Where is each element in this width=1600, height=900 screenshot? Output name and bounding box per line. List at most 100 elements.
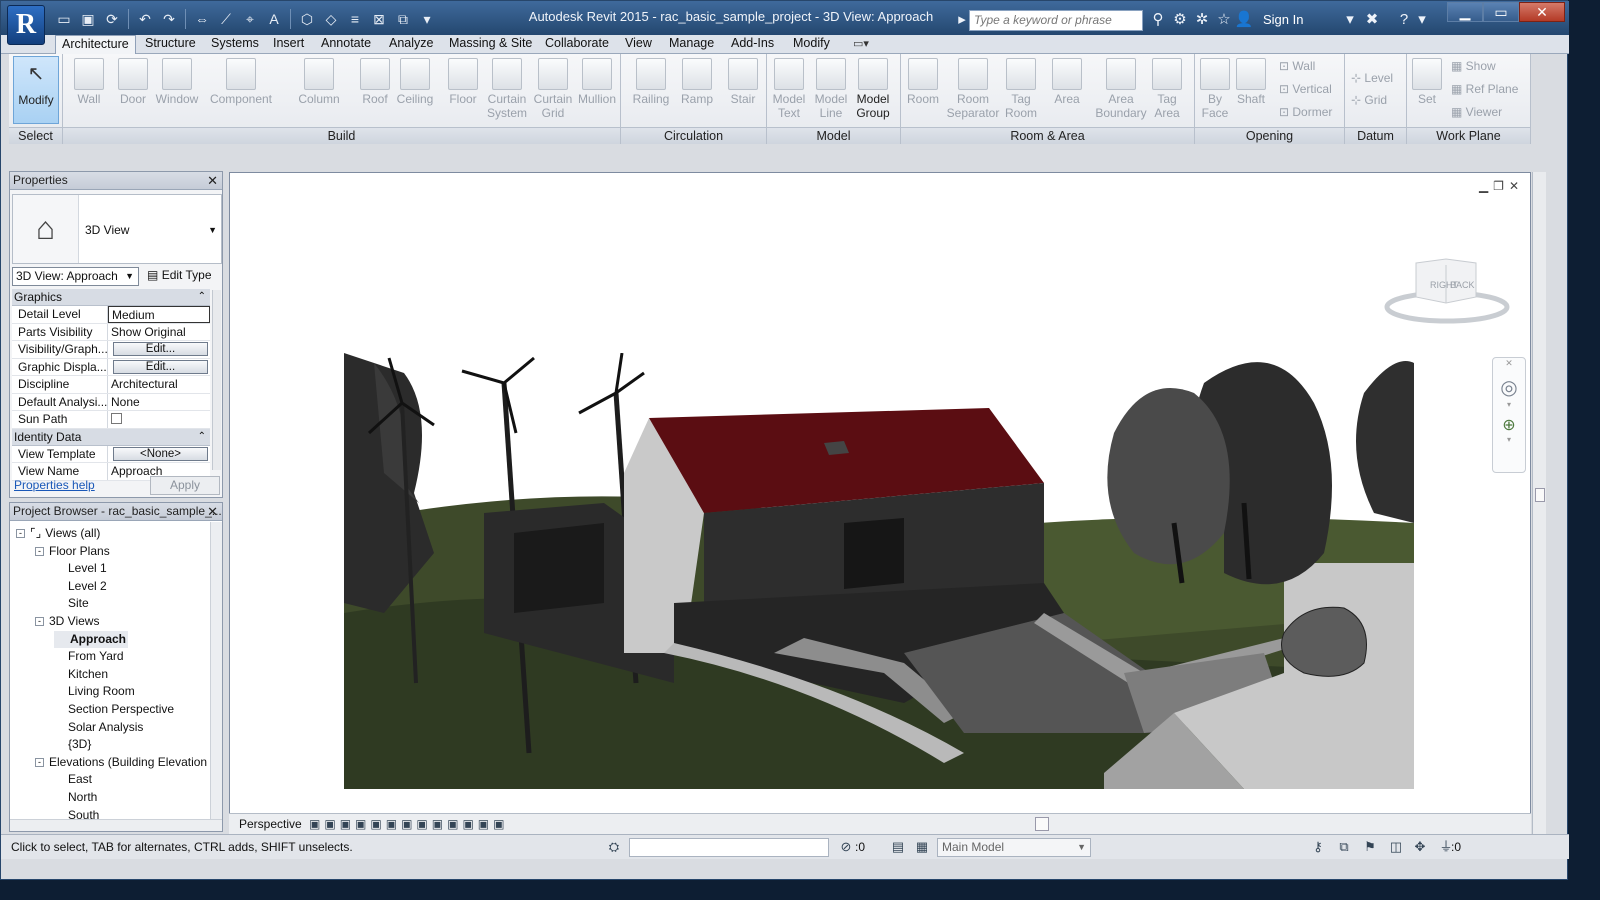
set-button[interactable]: Set xyxy=(1407,56,1447,126)
select-pinned-icon[interactable]: ⚑ xyxy=(1361,838,1379,856)
revit-application-menu-button[interactable]: R xyxy=(7,5,45,45)
redo-icon[interactable]: ↷ xyxy=(158,8,180,30)
tab-collaborate[interactable]: Collaborate xyxy=(539,35,615,54)
tree-node[interactable]: East xyxy=(54,771,92,788)
roof-button[interactable]: Roof xyxy=(353,56,397,126)
property-value[interactable] xyxy=(108,411,210,428)
tab-view[interactable]: View xyxy=(619,35,658,54)
maximize-button[interactable]: ▭ xyxy=(1483,2,1519,22)
tab-add-ins[interactable]: Add-Ins xyxy=(725,35,780,54)
text-icon[interactable]: A xyxy=(263,8,285,30)
show-crop-icon[interactable]: ▣ xyxy=(416,814,427,834)
property-group-graphics[interactable]: Graphics ⌃ xyxy=(12,289,210,306)
property-value[interactable]: Edit... xyxy=(108,341,210,358)
edit-type-button[interactable]: ▤ Edit Type xyxy=(147,268,212,282)
detail-level-icon[interactable]: ▣ xyxy=(324,814,335,834)
sync-icon[interactable]: ⟳ xyxy=(101,8,123,30)
chevron-down-icon[interactable]: ▼ xyxy=(1077,839,1086,856)
3d-view-window[interactable]: ▁❐✕ RIGHT BACK ✕ ◎ ▾ ⊕ ▾ xyxy=(229,172,1531,834)
restore-icon[interactable]: ❐ xyxy=(1493,179,1509,193)
area-boundary-button[interactable]: Area Boundary xyxy=(1093,56,1149,126)
sign-in-dropdown-icon[interactable]: ▾ xyxy=(1339,9,1361,31)
chevron-down-icon[interactable]: ▼ xyxy=(125,268,134,285)
property-value[interactable]: Architectural xyxy=(108,376,210,393)
close-icon[interactable]: ✕ xyxy=(1509,179,1524,193)
railing-button[interactable]: Railing xyxy=(629,56,673,126)
subscription-icon[interactable]: ⚙ xyxy=(1169,9,1191,31)
collapse-icon[interactable]: - xyxy=(16,529,25,538)
tree-node[interactable]: South xyxy=(54,807,99,819)
steering-wheel-icon[interactable]: ◎ xyxy=(1493,375,1525,400)
curtain-system-button[interactable]: Curtain System xyxy=(485,56,529,126)
collapse-icon[interactable]: ⌃ xyxy=(198,289,206,305)
reveal-hidden-icon[interactable]: ▣ xyxy=(462,814,473,834)
unlock-3d-icon[interactable]: ▣ xyxy=(432,814,443,834)
property-edit-button[interactable]: <None> xyxy=(113,446,208,461)
properties-help-link[interactable]: Properties help xyxy=(14,478,95,492)
property-value[interactable]: Medium xyxy=(108,306,210,323)
collapse-icon[interactable]: - xyxy=(35,617,44,626)
model-text-button[interactable]: Model Text xyxy=(767,56,811,126)
tab-systems[interactable]: Systems xyxy=(205,35,265,54)
ceiling-button[interactable]: Ceiling xyxy=(393,56,437,126)
switch-windows-icon[interactable]: ⧉ xyxy=(392,8,414,30)
property-edit-button[interactable]: Edit... xyxy=(113,342,208,356)
close-icon[interactable]: ✕ xyxy=(207,503,218,520)
properties-scrollbar[interactable] xyxy=(212,290,221,470)
property-value[interactable]: Show Original xyxy=(108,324,210,341)
property-value[interactable]: Edit... xyxy=(108,359,210,376)
work-plane-show-button[interactable]: ▦ Show xyxy=(1451,58,1496,74)
render-icon[interactable]: ▣ xyxy=(386,814,397,834)
tab-architecture[interactable]: Architecture xyxy=(55,35,136,55)
tree-node[interactable]: Solar Analysis xyxy=(54,719,143,736)
viewcube-back-face[interactable]: BACK xyxy=(1450,280,1475,290)
window-button[interactable]: Window xyxy=(155,56,199,126)
view-mode-label[interactable]: Perspective xyxy=(239,814,302,834)
chevron-down-icon[interactable]: ▾ xyxy=(1493,400,1525,409)
collapse-icon[interactable]: - xyxy=(35,757,44,767)
close-button[interactable]: ✕ xyxy=(1519,2,1565,22)
tree-node[interactable]: Site xyxy=(54,595,89,612)
hscroll-thumb[interactable] xyxy=(1035,817,1049,831)
thin-lines-icon[interactable]: ≡ xyxy=(344,8,366,30)
column-button[interactable]: Column xyxy=(293,56,345,126)
property-value[interactable]: <None> xyxy=(108,446,210,463)
select-by-face-icon[interactable]: ◫ xyxy=(1387,838,1405,856)
opening-dormer-button[interactable]: ⊡ Dormer xyxy=(1279,104,1332,120)
model-selector[interactable]: Main Model ▼ xyxy=(937,838,1091,857)
type-selector[interactable]: ⌂ 3D View ▼ xyxy=(12,194,222,264)
tree-node[interactable]: - Elevations (Building Elevation xyxy=(35,754,207,771)
close-icon[interactable]: ✕ xyxy=(207,172,218,189)
analytical-model-icon[interactable]: ▣ xyxy=(478,814,489,834)
help-dropdown-icon[interactable]: ▾ xyxy=(1411,9,1433,31)
floor-button[interactable]: Floor xyxy=(441,56,485,126)
scroll-thumb[interactable] xyxy=(1535,488,1545,502)
minimize-button[interactable]: ▁ xyxy=(1447,2,1483,22)
temporary-hide-icon[interactable]: ▣ xyxy=(447,814,458,834)
viewcube[interactable]: RIGHT BACK xyxy=(1384,257,1510,329)
zoom-icon[interactable]: ⊕ xyxy=(1493,415,1525,435)
datum-grid-button[interactable]: ⊹ Grid xyxy=(1351,92,1387,108)
tree-node[interactable]: Approach xyxy=(54,630,129,648)
exclude-options-icon[interactable]: ▦ xyxy=(913,838,931,856)
select-links-icon[interactable]: ⚷ xyxy=(1309,838,1327,856)
opening-vertical-button[interactable]: ⊡ Vertical xyxy=(1279,81,1332,97)
editable-only-icon[interactable]: ▤ xyxy=(889,838,907,856)
tab-modify[interactable]: Modify xyxy=(787,35,836,54)
model-group-button[interactable]: Model Group xyxy=(851,56,895,126)
close-icon[interactable]: ✕ xyxy=(1493,358,1525,369)
section-icon[interactable]: ◇ xyxy=(320,8,342,30)
collapse-icon[interactable]: - xyxy=(35,546,44,556)
crop-view-icon[interactable]: ▣ xyxy=(401,814,412,834)
modify-button[interactable]: ↖ Modify xyxy=(13,56,59,124)
tree-node[interactable]: - Floor Plans xyxy=(35,543,110,560)
work-plane-ref-plane-button[interactable]: ▦ Ref Plane xyxy=(1451,81,1518,97)
customize-icon[interactable]: ▾ xyxy=(416,8,438,30)
binoculars-icon[interactable]: ⚲ xyxy=(1147,9,1169,31)
shadows-icon[interactable]: ▣ xyxy=(370,814,381,834)
tree-node[interactable]: Level 2 xyxy=(54,578,107,595)
opening-wall-button[interactable]: ⊡ Wall xyxy=(1279,58,1315,74)
drag-on-selection-icon[interactable]: ✥ xyxy=(1411,838,1429,856)
sun-path-icon[interactable]: ▣ xyxy=(355,814,366,834)
project-browser-hscroll[interactable] xyxy=(10,819,222,831)
